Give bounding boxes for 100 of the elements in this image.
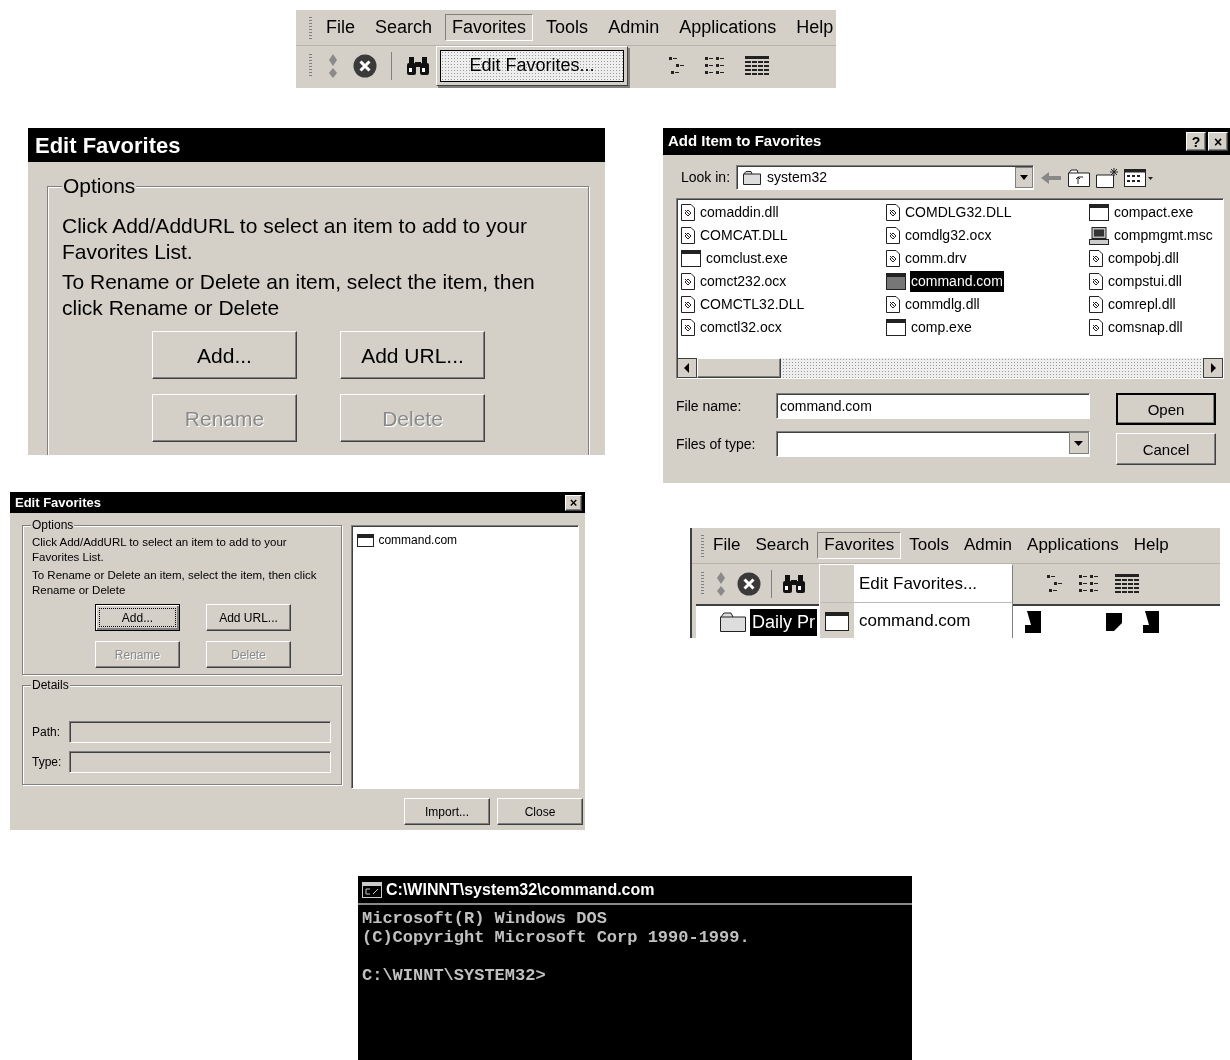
directory-entry[interactable]: COMDLG32.DLL: [886, 201, 1089, 224]
file-type-dropdown[interactable]: [776, 431, 1090, 457]
document-icon: [886, 204, 900, 221]
document-icon: [681, 273, 695, 290]
directory-entry[interactable]: comrepl.dll: [1089, 293, 1223, 316]
window-title: Edit Favorites: [35, 131, 181, 160]
directory-entry[interactable]: COMCAT.DLL: [681, 224, 886, 247]
view-menu-icon[interactable]: [1124, 168, 1155, 187]
dialog-button[interactable]: Add...: [152, 331, 297, 379]
directory-entry[interactable]: comm.drv: [886, 247, 1089, 270]
file-name-field[interactable]: command.com: [776, 393, 1090, 419]
directory-entry[interactable]: comclust.exe: [681, 247, 886, 270]
menu-item[interactable]: Search: [748, 532, 817, 559]
folder-icon: [720, 612, 746, 632]
menu-item[interactable]: Favorites: [817, 532, 902, 559]
menu-item[interactable]: command.com: [820, 603, 1012, 638]
window-title: Add Item to Favorites: [668, 131, 823, 152]
directory-entry[interactable]: commdlg.dll: [886, 293, 1089, 316]
menu-item[interactable]: Edit Favorites...: [440, 50, 624, 82]
menu-item[interactable]: Applications: [672, 13, 784, 42]
menu-item[interactable]: Admin: [956, 532, 1020, 559]
grip-icon: [308, 15, 313, 40]
look-in-dropdown[interactable]: system32: [736, 165, 1035, 190]
directory-entry[interactable]: comaddin.dll: [681, 201, 886, 224]
menu-item[interactable]: Tools: [902, 532, 956, 559]
menu-item[interactable]: Tools: [539, 13, 596, 42]
list-item[interactable]: command.com: [357, 532, 573, 548]
window-icon: [681, 250, 701, 267]
group-label: Options: [62, 175, 137, 196]
group-label: Details: [31, 679, 70, 691]
menu-item[interactable]: File: [319, 13, 362, 42]
window-title: Edit Favorites: [15, 493, 102, 512]
document-icon: [681, 204, 695, 221]
menu-item[interactable]: Applications: [1020, 532, 1126, 559]
directory-entry[interactable]: compstui.dll: [1089, 270, 1223, 293]
group-label: Options: [31, 519, 75, 531]
close-circle-icon[interactable]: [737, 572, 761, 596]
window-icon: [1089, 204, 1109, 221]
instruction-text: To Rename or Delete an item, select the item, then click Rename or Delete: [32, 568, 318, 598]
new-folder-icon[interactable]: [1096, 167, 1119, 188]
document-icon: [886, 296, 900, 313]
dropdown-value: system32: [767, 168, 828, 187]
scroll-thumb[interactable]: [697, 358, 781, 378]
menu-item[interactable]: Favorites: [445, 13, 534, 42]
up-folder-icon[interactable]: [1068, 168, 1091, 187]
document-icon: [886, 227, 900, 244]
dialog-button[interactable]: Add URL...: [206, 604, 291, 631]
cut-off-icon: [1025, 611, 1042, 633]
dialog-button[interactable]: Import...: [404, 798, 490, 825]
console-line: Microsoft(R) Windows DOS: [362, 909, 608, 928]
dialog-button[interactable]: Open: [1116, 393, 1216, 425]
window-title: C:\WINNT\system32\command.com: [386, 879, 655, 900]
close-circle-icon[interactable]: [353, 54, 377, 78]
details-view-icon[interactable]: [1114, 573, 1140, 595]
instruction-text: Click Add/AddURL to select an item to add to your Favorites List.: [32, 535, 288, 565]
window-icon: [886, 319, 906, 336]
field-label: Files of type:: [676, 434, 757, 454]
directory-entry[interactable]: compact.exe: [1089, 201, 1223, 224]
field-label: Look in:: [681, 168, 731, 187]
directory-entry[interactable]: command.com: [886, 270, 1089, 293]
dialog-button[interactable]: Close: [497, 798, 583, 825]
dialog-button[interactable]: Add...: [95, 604, 180, 631]
menu-item[interactable]: Help: [1126, 532, 1176, 559]
close-button[interactable]: ×: [565, 494, 582, 511]
help-button[interactable]: ?: [1186, 132, 1206, 151]
document-icon: [1089, 319, 1103, 336]
directory-entry[interactable]: comdlg32.ocx: [886, 224, 1089, 247]
dialog-button[interactable]: Add URL...: [340, 331, 485, 379]
field-label: Type:: [32, 754, 63, 771]
close-button[interactable]: ×: [1208, 132, 1228, 151]
scroll-left-icon[interactable]: [677, 358, 697, 378]
console-line: (C)Copyright Microsoft Corp 1990-1999.: [362, 928, 751, 947]
directory-entry[interactable]: compmgmt.msc: [1089, 224, 1223, 247]
binoculars-icon[interactable]: [782, 574, 806, 594]
dialog-button[interactable]: Cancel: [1116, 433, 1216, 465]
scroll-right-icon[interactable]: [1203, 358, 1223, 378]
menu-item[interactable]: Edit Favorites...: [820, 565, 1012, 603]
directory-entry[interactable]: comctl32.ocx: [681, 316, 886, 339]
cut-off-icon: [1106, 613, 1123, 631]
document-icon: [1089, 250, 1103, 267]
directory-entry[interactable]: comct232.ocx: [681, 270, 886, 293]
instruction-text: To Rename or Delete an item, select the item, then click Rename or Delete: [62, 269, 536, 321]
directory-entry[interactable]: comsnap.dll: [1089, 316, 1223, 339]
grip-icon: [308, 53, 313, 79]
binoculars-icon[interactable]: [406, 56, 430, 76]
directory-entry[interactable]: COMCTL32.DLL: [681, 293, 886, 316]
menu-item[interactable]: Search: [368, 13, 440, 42]
directory-entry[interactable]: comp.exe: [886, 316, 1089, 339]
document-icon: [681, 319, 695, 336]
console-icon: [362, 881, 382, 898]
menu-item[interactable]: Admin: [601, 13, 667, 42]
window-icon: [886, 273, 906, 290]
directory-entry[interactable]: compobj.dll: [1089, 247, 1223, 270]
details-view-icon[interactable]: [744, 55, 770, 77]
grip-icon: [700, 571, 705, 597]
menu-item[interactable]: Help: [789, 13, 836, 42]
menu-item[interactable]: File: [706, 532, 748, 559]
tree-item[interactable]: Daily Pr: [750, 608, 817, 636]
horizontal-scrollbar[interactable]: [677, 358, 1223, 378]
grip-icon: [700, 533, 705, 558]
